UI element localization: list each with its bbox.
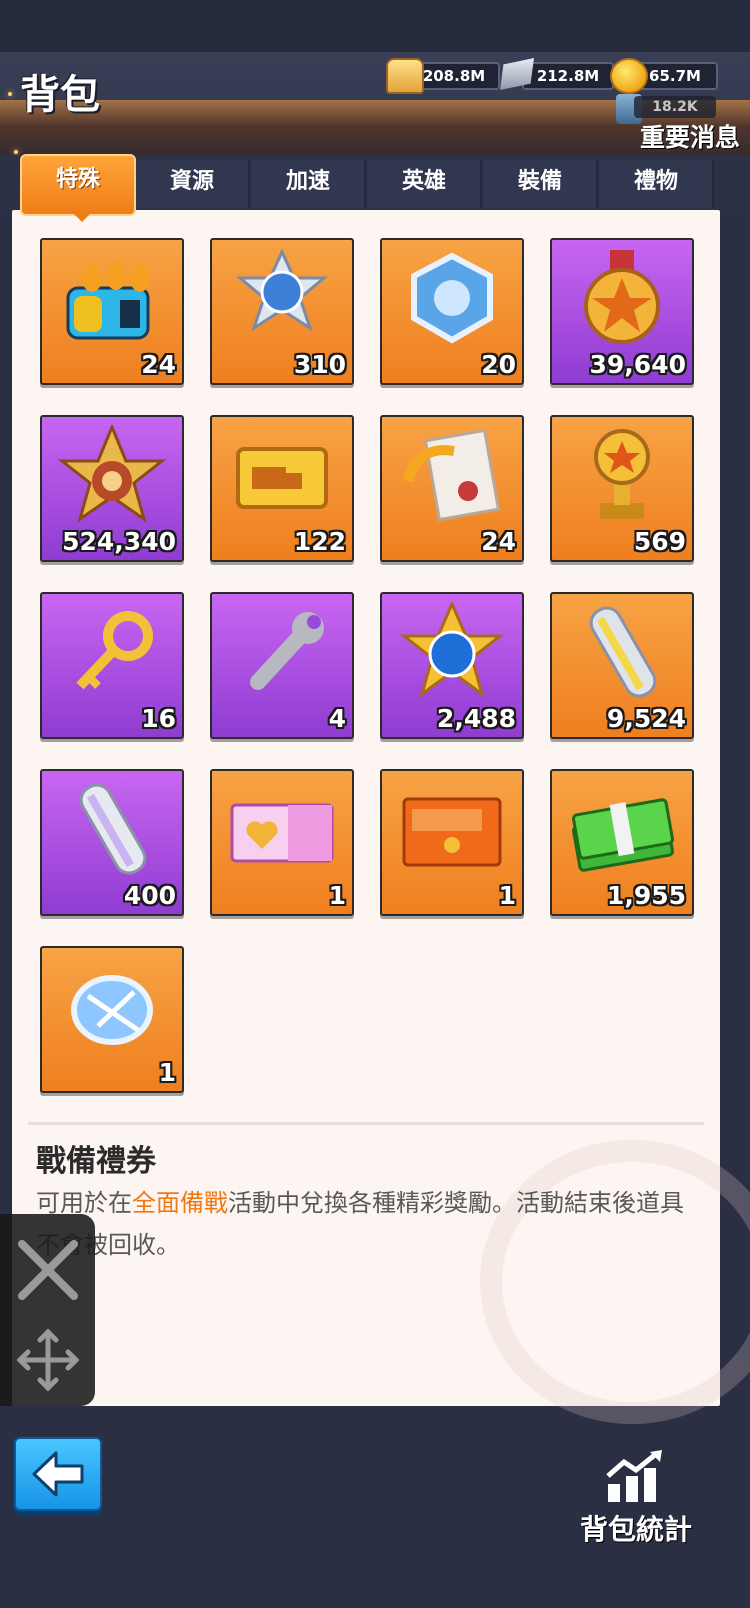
tab-equipment[interactable]: 裝備 <box>484 160 598 208</box>
close-icon <box>18 1240 78 1300</box>
item-quantity: 24 <box>481 527 516 556</box>
item-quantity: 1 <box>498 881 516 910</box>
blueprint-scroll-icon <box>71 975 153 1045</box>
move-icon <box>16 1328 80 1392</box>
resource-steel-value: 212.8M <box>522 62 614 90</box>
description-text-1: 可用於在 <box>36 1189 132 1217</box>
resource-gold[interactable]: 65.7M <box>610 58 722 94</box>
floating-control[interactable] <box>0 1214 95 1406</box>
divider <box>28 1122 704 1125</box>
item-name: 戰備禮券 <box>36 1144 156 1179</box>
description-highlight[interactable]: 全面備戰 <box>132 1189 228 1217</box>
important-notice[interactable]: 重要消息 <box>640 118 740 154</box>
page-title: 背包 <box>20 72 100 118</box>
item-quantity: 20 <box>481 350 516 379</box>
inventory-item[interactable]: 2,488 <box>380 592 524 739</box>
bag-stats-icon[interactable] <box>604 1450 664 1504</box>
inventory-item[interactable]: 16 <box>40 592 184 739</box>
tab-gifts[interactable]: 禮物 <box>600 160 714 208</box>
inventory-item[interactable]: 24 <box>40 238 184 385</box>
item-quantity: 569 <box>633 527 686 556</box>
bag-stats-label[interactable]: 背包統計 <box>580 1508 692 1548</box>
blue-star-badge-icon <box>235 248 329 332</box>
item-quantity: 24 <box>141 350 176 379</box>
silver-bar-icon <box>79 783 147 875</box>
item-quantity: 1 <box>158 1058 176 1087</box>
floating-control-icons <box>16 1240 80 1392</box>
star-emblem-icon <box>58 425 166 523</box>
truck-ticket-icon <box>236 447 328 509</box>
cash-stack-icon <box>572 798 674 872</box>
inventory-item[interactable]: 1 <box>210 769 354 916</box>
item-quantity: 310 <box>293 350 346 379</box>
item-description: 可用於在全面備戰活動中兌換各種精彩獎勵。活動結束後道具不會被回收。 <box>36 1182 700 1266</box>
item-quantity: 2,488 <box>436 704 516 733</box>
inventory-item[interactable]: 524,340 <box>40 415 184 562</box>
item-quantity: 1 <box>328 881 346 910</box>
item-quantity: 1,955 <box>606 881 686 910</box>
gold-key-icon <box>76 611 153 690</box>
inventory-item[interactable]: 39,640 <box>550 238 694 385</box>
inventory-item[interactable]: 1 <box>380 769 524 916</box>
bread-icon <box>386 58 424 94</box>
star-medal-icon <box>584 250 660 344</box>
inventory-item[interactable]: 4 <box>210 592 354 739</box>
hexagon-shield-badge-icon <box>411 252 493 344</box>
status-area <box>0 0 750 52</box>
inventory-item[interactable]: 122 <box>210 415 354 562</box>
resource-steel[interactable]: 212.8M <box>500 58 614 90</box>
tab-special[interactable]: 特殊 <box>20 154 136 216</box>
inventory-panel: 24 310 20 39,640 524,340 122 24 569 16 4 2,488 9,52… <box>12 210 750 1424</box>
trophy-icon <box>594 429 650 519</box>
item-quantity: 4 <box>328 704 346 733</box>
inventory-item[interactable]: 1,955 <box>550 769 694 916</box>
inventory-item[interactable]: 24 <box>380 415 524 562</box>
inventory-item[interactable]: 400 <box>40 769 184 916</box>
wrench-icon <box>250 612 324 690</box>
resource-food[interactable]: 208.8M <box>386 58 500 94</box>
red-envelope-2025-icon <box>402 797 502 867</box>
inventory-item[interactable]: 20 <box>380 238 524 385</box>
gold-coin-icon <box>610 58 648 94</box>
inventory-item[interactable]: 9,524 <box>550 592 694 739</box>
inventory-item[interactable]: 310 <box>210 238 354 385</box>
item-quantity: 400 <box>123 881 176 910</box>
sparkle-decoration <box>8 92 12 96</box>
item-quantity: 122 <box>293 527 346 556</box>
back-arrow-icon <box>32 1451 84 1497</box>
item-quantity: 524,340 <box>62 527 176 556</box>
back-button[interactable] <box>14 1437 102 1511</box>
tab-heroes[interactable]: 英雄 <box>368 160 482 208</box>
gold-star-blue-gem-icon <box>399 602 505 698</box>
inventory-item[interactable]: 1 <box>40 946 184 1093</box>
missile-launcher-icon <box>66 262 150 340</box>
tab-speedup[interactable]: 加速 <box>252 160 366 208</box>
sparkle-decoration <box>14 150 18 154</box>
heart-crown-card-icon <box>230 803 334 863</box>
steel-bar-icon <box>589 606 657 698</box>
inventory-item[interactable]: 569 <box>550 415 694 562</box>
item-quantity: 39,640 <box>589 350 686 379</box>
resource-oil-value: 18.2K <box>634 96 716 118</box>
item-quantity: 9,524 <box>606 704 686 733</box>
document-refresh-icon <box>403 428 501 522</box>
item-quantity: 16 <box>141 704 176 733</box>
tab-resources[interactable]: 資源 <box>136 160 250 208</box>
active-tab-pointer <box>72 212 92 222</box>
